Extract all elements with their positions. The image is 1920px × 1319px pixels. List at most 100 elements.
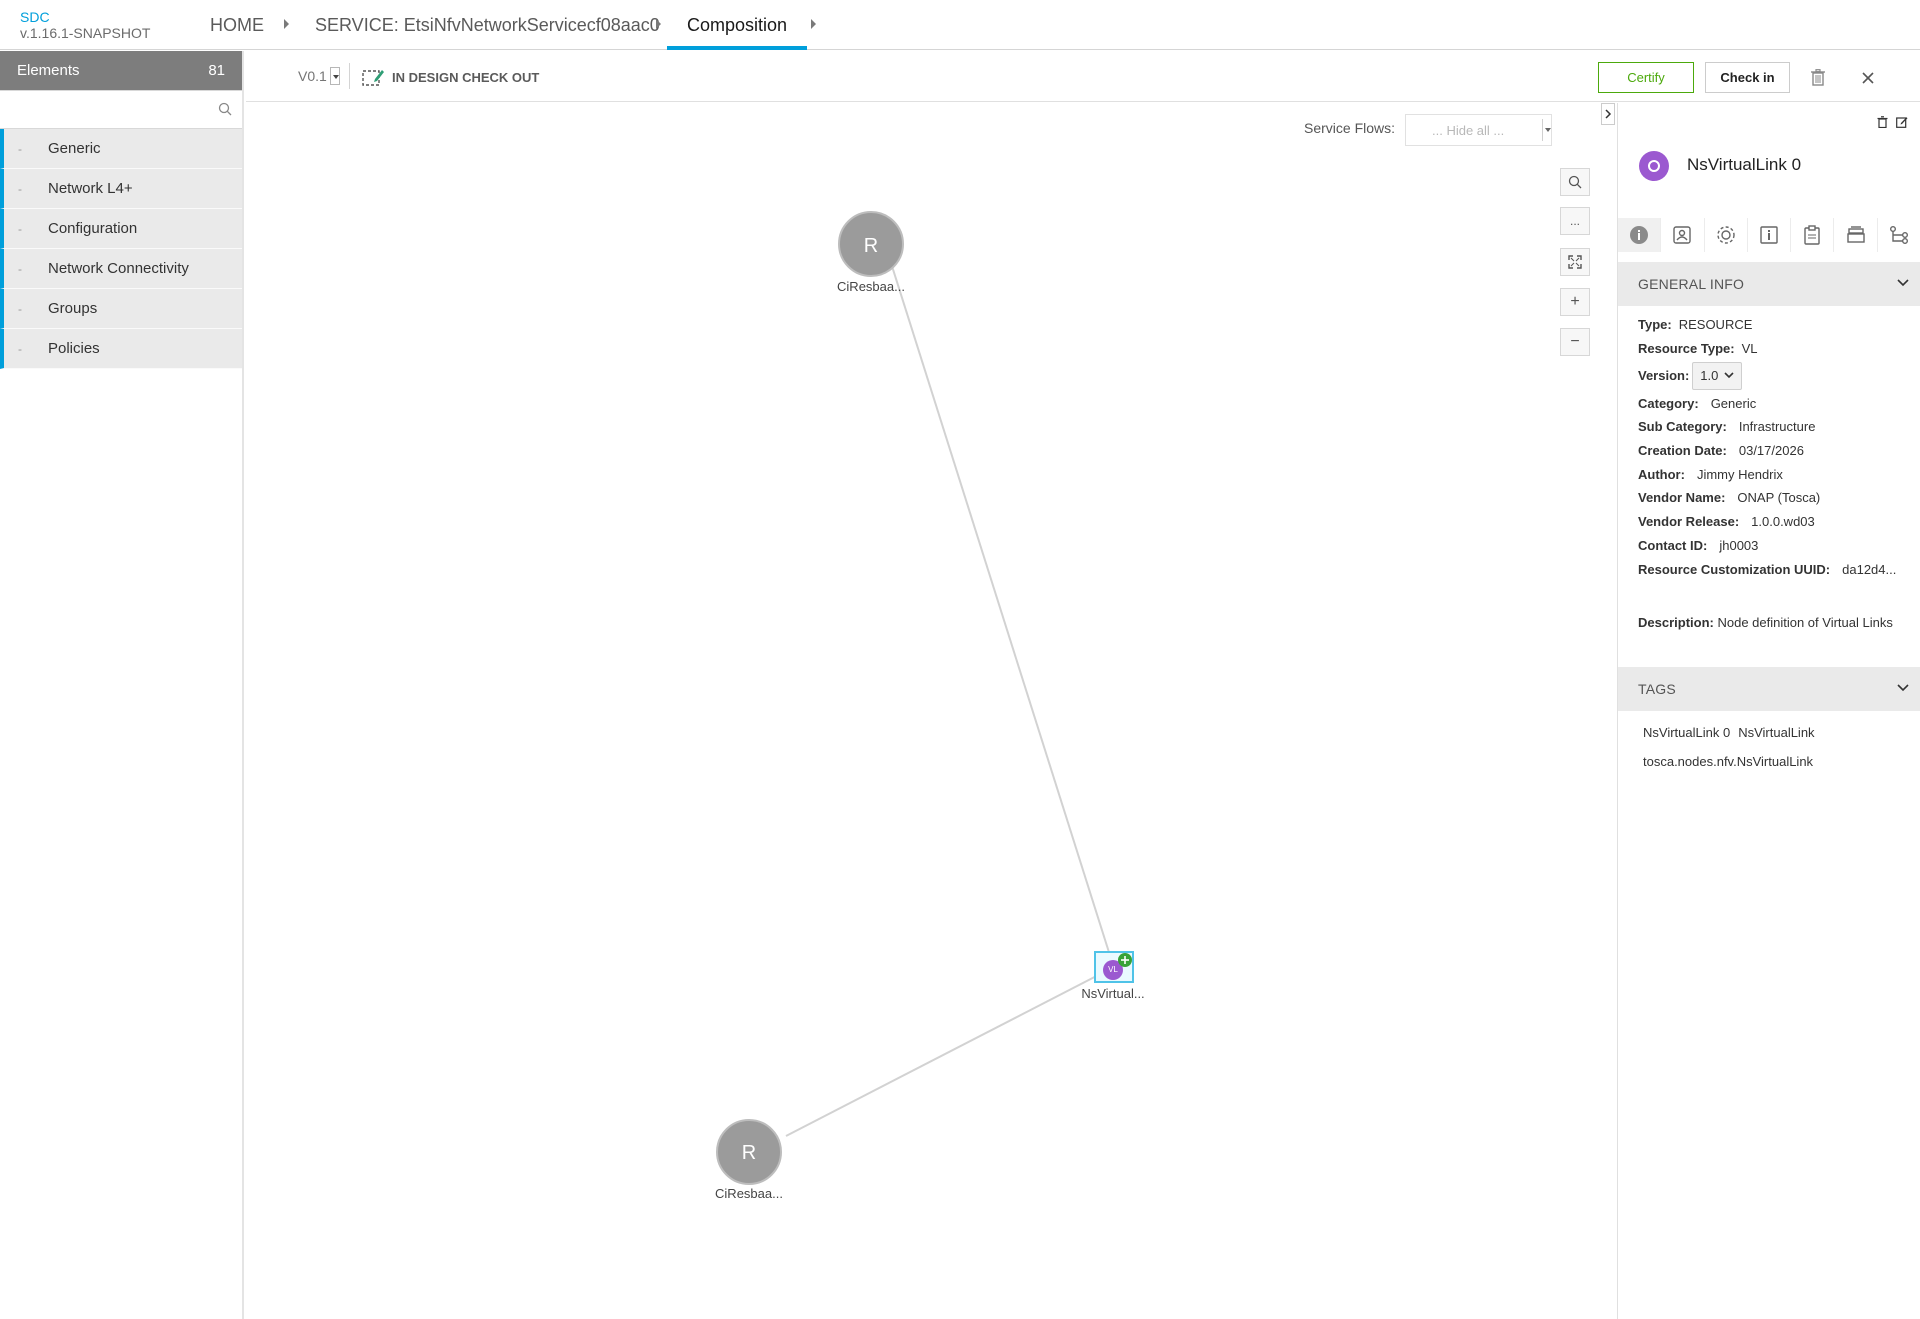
breadcrumb-arrow-icon[interactable] [656,19,661,29]
expand-icon [1568,255,1582,269]
breadcrumb-arrow-icon[interactable] [811,19,816,29]
service-flows-value: ... Hide all ... [1432,122,1505,138]
details-panel: NsVirtualLink 0 GENERAL INFO Type: RESOUR… [1617,103,1920,1319]
info-key: Contact ID: [1638,537,1708,553]
certify-button[interactable]: Certify [1598,62,1694,93]
chevron-down-icon [1724,372,1734,379]
tags-title: TAGS [1638,681,1676,697]
collapse-dash-icon: - [18,341,22,356]
category-label: Network L4+ [48,180,133,197]
check-in-button[interactable]: Check in [1705,62,1790,93]
close-button[interactable] [1854,62,1882,93]
more-options-button[interactable]: ... [1560,207,1590,235]
info-circle-icon [1630,226,1649,244]
tab-information-artifacts[interactable] [1748,218,1792,252]
info-row-creation-date: Creation Date: 03/17/2026 [1638,439,1913,463]
details-tabs [1618,218,1920,252]
general-info-list: Type: RESOURCE Resource Type: VL Version: … [1638,313,1913,581]
info-row-version: Version: 1.0 [1638,360,1913,391]
info-key: Creation Date: [1638,443,1727,459]
node-label: CiResbaa... [715,1186,783,1201]
collapse-dash-icon: - [18,301,22,316]
zoom-in-button[interactable]: + [1560,288,1590,316]
tags-section-header[interactable]: TAGS [1618,667,1920,711]
collapse-dash-icon: - [18,181,22,196]
version-dropdown-value: 1.0 [1700,368,1719,384]
tab-general-info[interactable] [1618,218,1662,252]
component-name: NsVirtualLink 0 [1687,155,1802,174]
tab-requirements-capabilities[interactable] [1834,218,1878,252]
version-select[interactable]: V0.1 [298,67,340,85]
collapse-dash-icon: - [18,261,22,276]
graph-edge[interactable] [785,967,1113,1137]
palette-category-configuration[interactable]: - Configuration [0,209,242,249]
checkout-edit-icon [362,70,384,86]
palette-category-generic[interactable]: - Generic [0,129,242,169]
chevron-down-icon [1542,119,1551,141]
palette-search-input[interactable] [0,91,242,128]
search-canvas-button[interactable] [1560,168,1590,196]
palette-count: 81 [208,62,225,79]
info-value: RESOURCE [1678,317,1753,333]
service-flows-select[interactable]: ... Hide all ... [1405,114,1552,146]
node-letter: R [863,235,879,257]
workspace-toolbar: V0.1 IN DESIGN CHECK OUT Certify Check i… [246,51,1920,102]
info-value: Generic [1710,395,1757,411]
delete-button[interactable] [1804,62,1832,93]
artifacts-icon [1673,226,1692,244]
tab-properties[interactable] [1705,218,1748,252]
app-version: v.1.16.1-SNAPSHOT [20,25,151,41]
info-square-icon [1760,226,1778,244]
breadcrumb-home[interactable]: HOME [210,14,264,50]
info-value: VL [1741,341,1758,357]
info-row-sub-category: Sub Category: Infrastructure [1638,415,1913,439]
breadcrumb-arrow-icon[interactable] [284,19,289,29]
zoom-out-button[interactable]: − [1560,328,1590,356]
info-row-customization-uuid: Resource Customization UUID: da12d4... [1638,557,1913,581]
node-letter: VL [1108,965,1118,974]
close-icon [1862,71,1874,84]
trash-icon[interactable] [1877,116,1888,128]
palette-category-groups[interactable]: - Groups [0,289,242,329]
chevron-right-icon [1605,109,1612,119]
info-key: Sub Category: [1638,419,1727,435]
chevron-down-icon [1897,684,1909,692]
composition-canvas[interactable]: R CiResbaa... R CiResbaa... VL NsVirtual… [246,103,1615,1319]
app-brand[interactable]: SDC v.1.16.1-SNAPSHOT [20,9,150,41]
collapse-panel-button[interactable] [1601,103,1615,125]
general-info-title: GENERAL INFO [1638,276,1745,292]
tab-relations[interactable] [1878,218,1920,252]
category-label: Network Connectivity [48,260,189,277]
edit-icon[interactable] [1896,116,1908,128]
info-row-type: Type: RESOURCE [1638,313,1913,337]
tab-deployment-artifacts[interactable] [1661,218,1705,252]
palette-title: Elements [17,62,80,79]
search-icon[interactable] [218,102,232,116]
info-key: Category: [1638,395,1699,411]
collapse-dash-icon: - [18,141,22,156]
chevron-down-icon [1897,279,1909,287]
graph-edge[interactable] [884,243,1114,966]
description-value: Node definition of Virtual Links [1717,615,1893,630]
palette-category-policies[interactable]: - Policies [0,329,242,369]
general-info-section-header[interactable]: GENERAL INFO [1618,262,1920,306]
palette-category-network-connectivity[interactable]: - Network Connectivity [0,249,242,289]
info-key: Resource Customization UUID: [1638,561,1831,577]
info-key: Type: [1638,317,1672,333]
fit-to-screen-button[interactable] [1560,248,1590,276]
trash-icon [1811,69,1825,86]
palette-category-network-l4[interactable]: - Network L4+ [0,169,242,209]
tab-api-artifacts[interactable] [1791,218,1835,252]
info-value: ONAP (Tosca) [1737,490,1821,506]
breadcrumb-service[interactable]: SERVICE: EtsiNfvNetworkServicecf08aac0 [315,14,660,50]
breadcrumb-composition[interactable]: Composition [667,14,808,50]
info-value: 03/17/2026 [1738,443,1804,459]
info-row-vendor-name: Vendor Name: ONAP (Tosca) [1638,486,1913,510]
info-row-contact-id: Contact ID: jh0003 [1638,534,1913,558]
chevron-down-icon [329,67,340,85]
collapse-dash-icon: - [18,221,22,236]
version-dropdown[interactable]: 1.0 [1692,361,1743,390]
graph-layer [716,211,1134,1185]
app-name: SDC [20,9,50,25]
node-label: NsVirtual... [1081,986,1145,1001]
